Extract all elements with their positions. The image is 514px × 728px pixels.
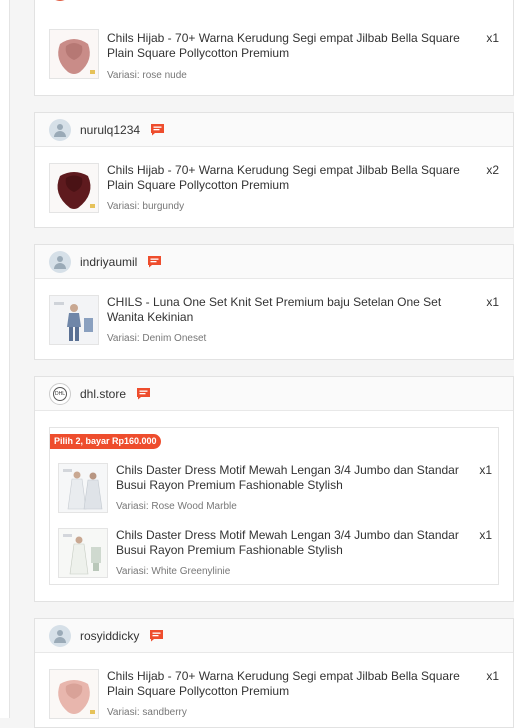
card-header: nurulq1234	[35, 113, 513, 147]
order-card-2: nurulq1234 Chils Hijab - 70+ Warna Kerud…	[34, 112, 514, 228]
product-thumbnail[interactable]	[49, 295, 99, 345]
order-item[interactable]: CHILS - Luna One Set Knit Set Premium ba…	[35, 279, 513, 345]
chat-icon[interactable]	[150, 123, 165, 136]
buyer-username[interactable]: nurulq1234	[80, 123, 140, 137]
dress-image	[59, 464, 107, 512]
order-item[interactable]: Chils Hijab - 70+ Warna Kerudung Segi em…	[35, 653, 513, 719]
card-header: rosyiddicky	[35, 619, 513, 653]
user-avatar-icon[interactable]	[49, 624, 71, 647]
order-card-5: rosyiddicky Chils Hijab - 70+ Warna Keru…	[34, 618, 514, 728]
order-item[interactable]: Chils Hijab - 70+ Warna Kerudung Segi em…	[35, 0, 513, 97]
product-variation: Variasi: burgundy	[107, 201, 185, 212]
product-name[interactable]: Chils Hijab - 70+ Warna Kerudung Segi em…	[107, 669, 477, 699]
product-thumbnail[interactable]	[49, 163, 99, 213]
product-variation: Variasi: sandberry	[107, 707, 187, 718]
buyer-username[interactable]: dhl.store	[80, 387, 126, 401]
order-item[interactable]: Chils Daster Dress Motif Mewah Lengan 3/…	[50, 463, 500, 523]
hijab-image	[50, 670, 98, 718]
bundle-deal-box: Pilih 2, bayar Rp160.000 Chils Daster Dr…	[49, 427, 499, 585]
order-card-1: Chils Hijab - 70+ Warna Kerudung Segi em…	[34, 0, 514, 96]
product-quantity: x1	[486, 669, 499, 683]
product-variation: Variasi: Denim Oneset	[107, 333, 207, 344]
product-name[interactable]: Chils Daster Dress Motif Mewah Lengan 3/…	[116, 463, 476, 493]
product-quantity: x2	[486, 163, 499, 177]
product-quantity: x1	[479, 463, 492, 477]
product-name[interactable]: Chils Hijab - 70+ Warna Kerudung Segi em…	[107, 163, 477, 193]
user-avatar-icon[interactable]	[49, 250, 71, 273]
product-variation: Variasi: rose nude	[107, 70, 187, 81]
product-quantity: x1	[486, 31, 499, 45]
product-name[interactable]: Chils Daster Dress Motif Mewah Lengan 3/…	[116, 528, 476, 558]
card-header: DHL dhl.store	[35, 377, 513, 411]
product-quantity: x1	[486, 295, 499, 309]
product-variation: Variasi: Rose Wood Marble	[116, 501, 237, 512]
product-thumbnail[interactable]	[49, 29, 99, 79]
dress-image	[59, 529, 107, 577]
hijab-image	[50, 30, 98, 78]
buyer-username[interactable]: indriyaumil	[80, 255, 137, 269]
left-panel-edge	[0, 0, 10, 718]
user-avatar-icon[interactable]	[49, 118, 71, 141]
product-variation: Variasi: White Greenylinie	[116, 566, 231, 577]
shop-avatar-icon[interactable]: DHL	[49, 382, 71, 405]
order-item[interactable]: Chils Hijab - 70+ Warna Kerudung Segi em…	[35, 147, 513, 213]
product-name[interactable]: Chils Hijab - 70+ Warna Kerudung Segi em…	[107, 31, 477, 61]
bundle-deal-badge: Pilih 2, bayar Rp160.000	[50, 434, 161, 449]
product-quantity: x1	[479, 528, 492, 542]
hijab-image	[50, 164, 98, 212]
order-card-3: indriyaumil CHILS - Luna One Set Knit Se…	[34, 244, 514, 360]
chat-icon[interactable]	[149, 629, 164, 642]
card-header: indriyaumil	[35, 245, 513, 279]
product-thumbnail[interactable]	[58, 463, 108, 513]
order-item[interactable]: Chils Daster Dress Motif Mewah Lengan 3/…	[50, 528, 500, 588]
product-thumbnail[interactable]	[49, 669, 99, 719]
order-card-4: DHL dhl.store Pilih 2, bayar Rp160.000 C…	[34, 376, 514, 602]
product-thumbnail[interactable]	[58, 528, 108, 578]
product-name[interactable]: CHILS - Luna One Set Knit Set Premium ba…	[107, 295, 477, 325]
chat-icon[interactable]	[147, 255, 162, 268]
buyer-username[interactable]: rosyiddicky	[80, 629, 139, 643]
oneset-image	[50, 296, 98, 344]
chat-icon[interactable]	[136, 387, 151, 400]
